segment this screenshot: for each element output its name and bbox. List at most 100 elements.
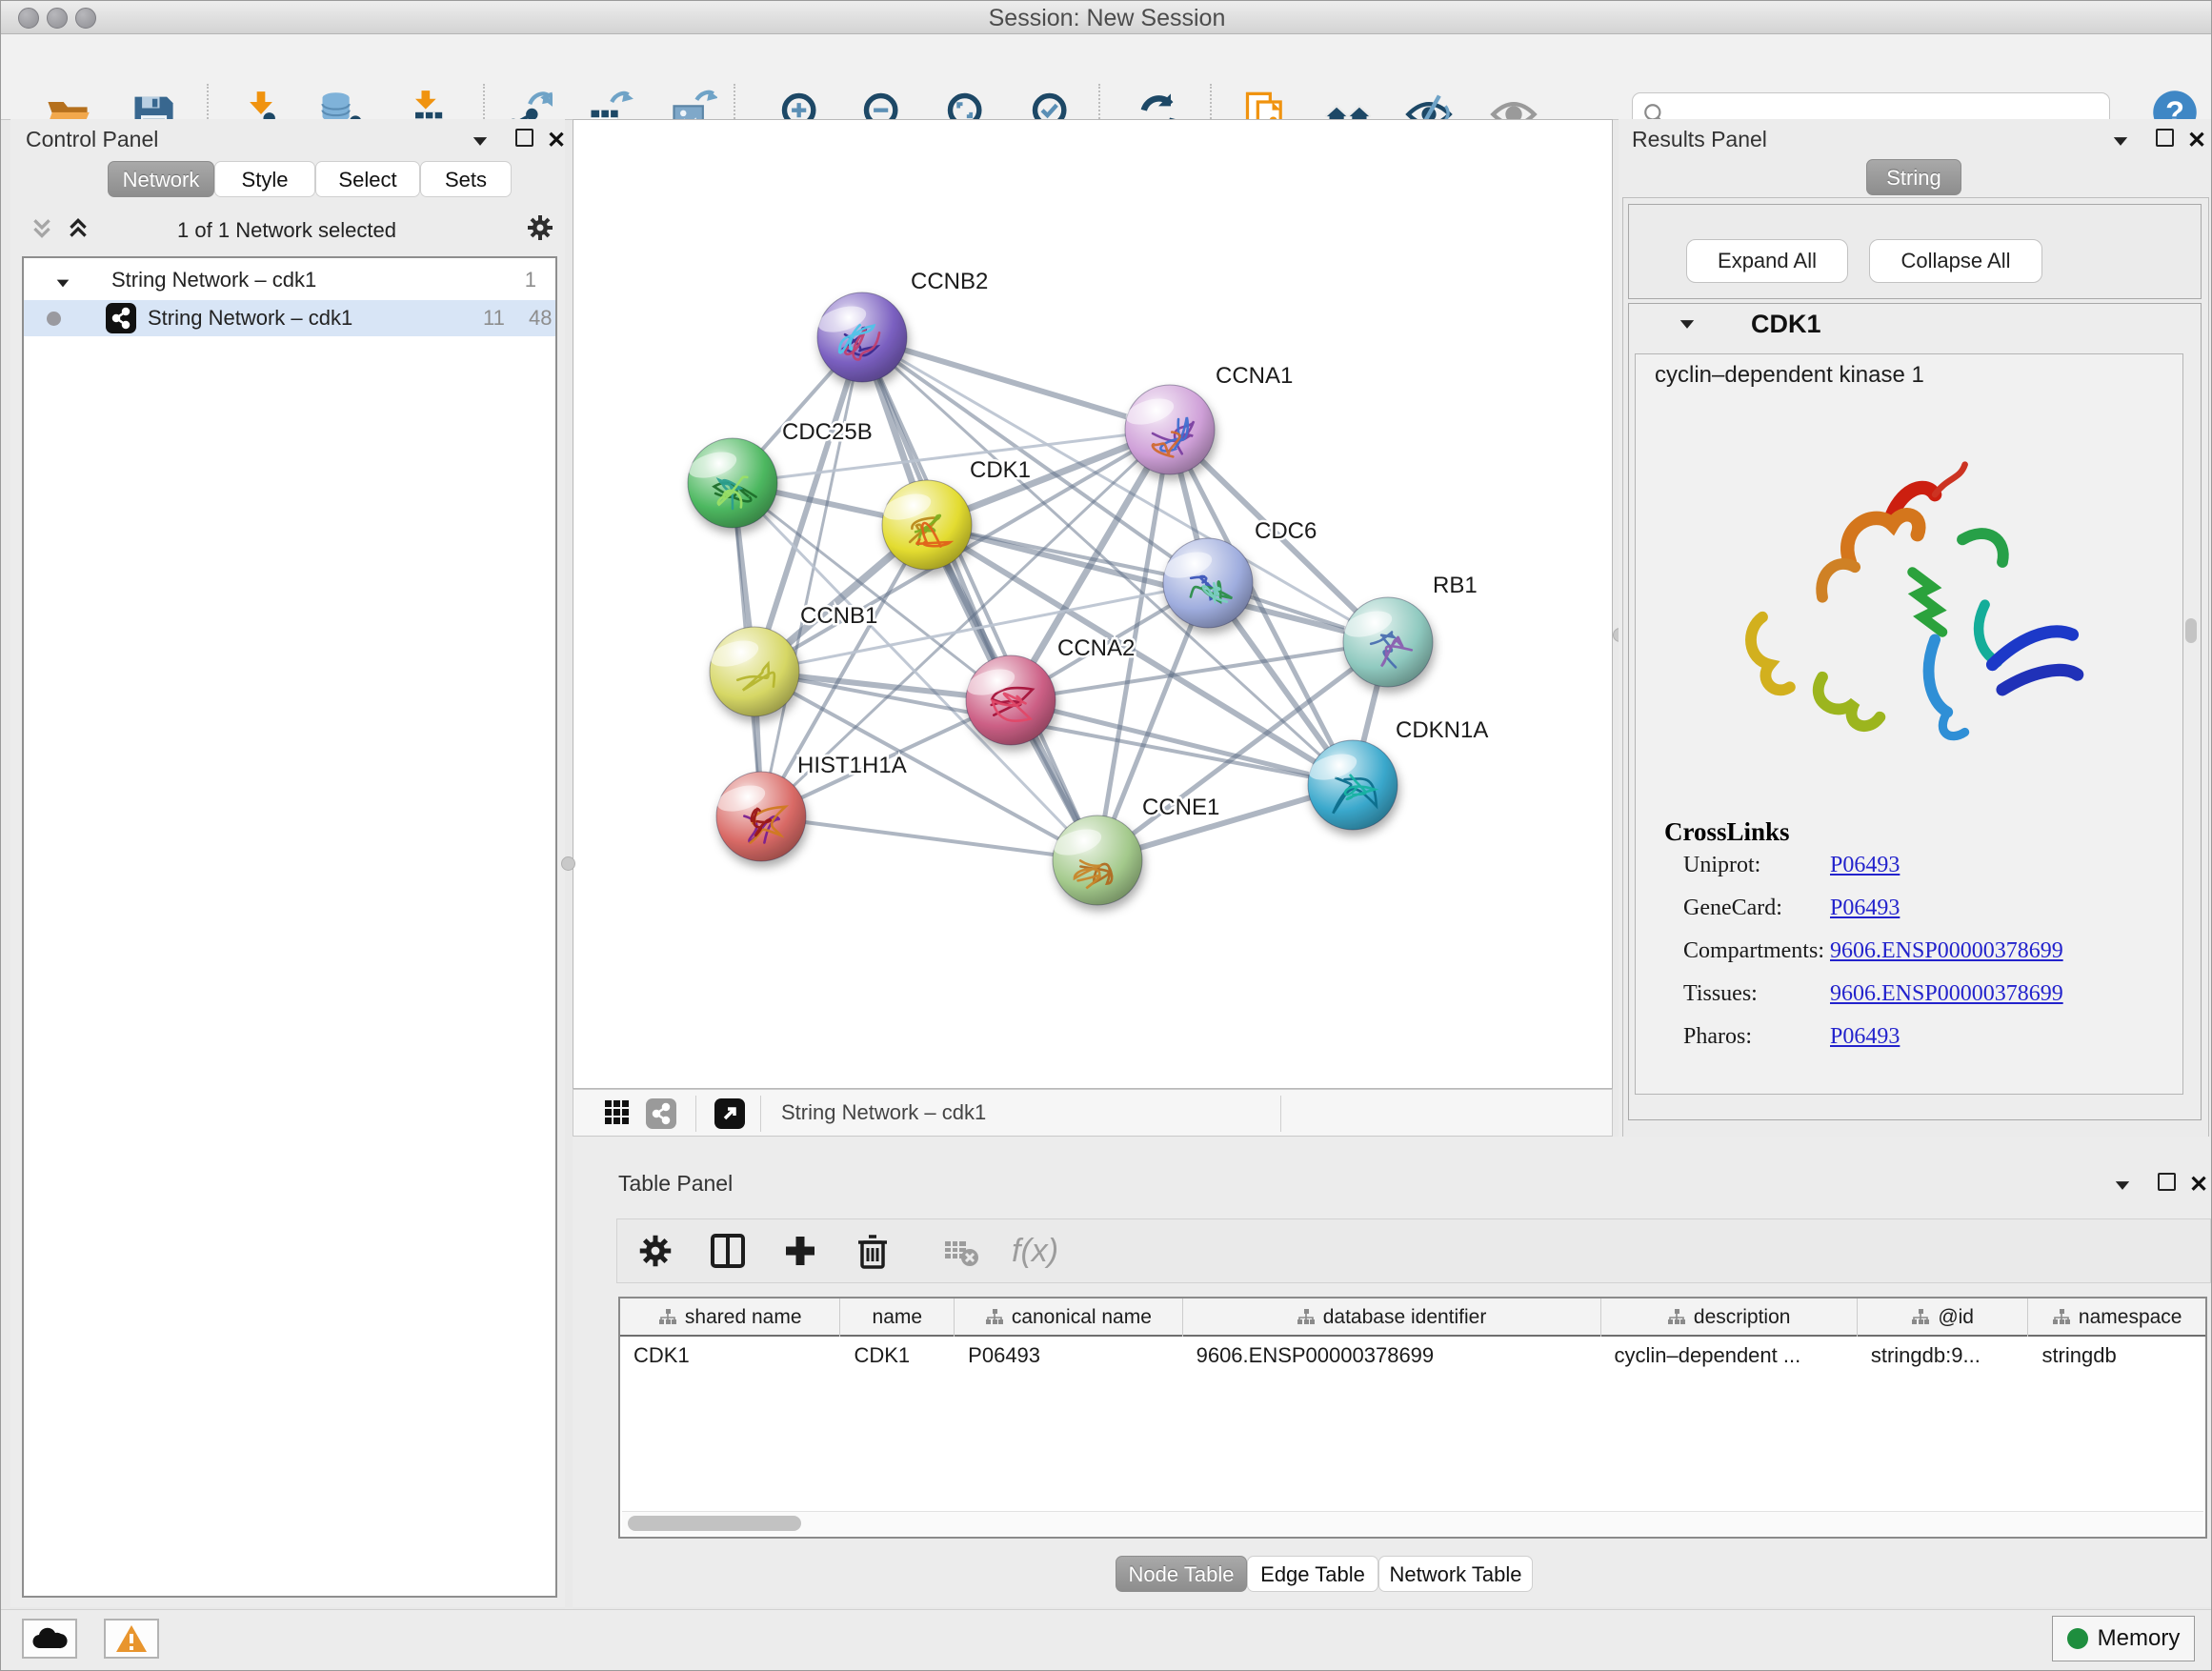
svg-text:RB1: RB1	[1433, 573, 1478, 598]
column-header-database-identifier[interactable]: database identifier	[1183, 1299, 1601, 1337]
network-collection-row[interactable]: String Network – cdk1 1	[24, 264, 555, 300]
memory-label: Memory	[2098, 1625, 2181, 1652]
tree-attribute-icon	[1911, 1308, 1930, 1327]
svg-text:CCNA2: CCNA2	[1057, 635, 1135, 661]
double-chevron-down-icon	[30, 216, 54, 241]
tab-sets[interactable]: Sets	[420, 161, 512, 197]
control-panel-close-button[interactable]: ✕	[542, 127, 571, 155]
node-table: shared name name canonical name database…	[618, 1297, 2207, 1539]
edge-count: 48	[529, 306, 552, 331]
grid-icon	[604, 1099, 631, 1126]
column-header-shared-name[interactable]: shared name	[620, 1299, 840, 1337]
separator	[760, 1096, 761, 1132]
table-horizontal-scrollbar[interactable]	[622, 1511, 2203, 1535]
svg-text:CCNA1: CCNA1	[1216, 363, 1293, 389]
column-header-name[interactable]: name	[840, 1299, 955, 1337]
control-panel: Control Panel ✕ Network Style Select Set…	[10, 119, 565, 1607]
tree-attribute-icon	[1297, 1308, 1316, 1327]
birdseye-grid-button[interactable]	[604, 1098, 633, 1127]
column-header-description[interactable]: description	[1601, 1299, 1858, 1337]
arrow-up-right-icon	[718, 1102, 741, 1125]
tab-node-table[interactable]: Node Table	[1116, 1556, 1247, 1592]
show-columns-button[interactable]	[709, 1229, 753, 1273]
results-panel-close-button[interactable]: ✕	[2182, 127, 2211, 155]
string-network-badge	[106, 303, 136, 333]
cloud-status-button[interactable]	[22, 1619, 77, 1659]
tab-style[interactable]: Style	[214, 161, 315, 197]
protein-node-HIST1H1A: HIST1H1A	[714, 753, 907, 861]
svg-text:CDC25B: CDC25B	[782, 419, 873, 445]
share-icon	[110, 307, 132, 330]
cell-name[interactable]: CDK1	[840, 1337, 955, 1375]
trash-icon	[854, 1232, 892, 1270]
svg-text:HIST1H1A: HIST1H1A	[797, 753, 907, 778]
share-icon	[650, 1102, 673, 1125]
tab-network-table[interactable]: Network Table	[1378, 1556, 1533, 1592]
expand-all-networks-button[interactable]	[66, 214, 98, 243]
table-options-gear-button[interactable]	[636, 1229, 680, 1273]
tab-string[interactable]: String	[1866, 159, 1961, 195]
add-column-button[interactable]	[781, 1229, 825, 1273]
app-window: Session: New Session	[0, 0, 2212, 1671]
table-row[interactable]: CDK1 CDK1 P06493 9606.ENSP00000378699 cy…	[620, 1337, 2205, 1375]
cell-canonical-name[interactable]: P06493	[955, 1337, 1182, 1375]
scrollbar-thumb[interactable]	[628, 1516, 801, 1531]
tree-attribute-icon	[1667, 1308, 1686, 1327]
expand-all-button[interactable]: Expand All	[1686, 239, 1848, 283]
network-view-canvas[interactable]: CCNB2CCNA1CDC25BCDK1CDC6RB1CCNB1CCNA2CDK…	[573, 119, 1613, 1089]
tab-select[interactable]: Select	[315, 161, 420, 197]
table-panel-close-button[interactable]: ✕	[2184, 1171, 2212, 1199]
cell-id[interactable]: stringdb:9...	[1858, 1337, 2029, 1375]
network-status-dot	[47, 312, 61, 326]
delete-column-button[interactable]	[854, 1229, 897, 1273]
results-panel-float-button[interactable]	[2150, 127, 2179, 155]
column-header-id[interactable]: @id	[1858, 1299, 2029, 1337]
crosslink-label: Uniprot:	[1683, 853, 1760, 878]
collapse-all-networks-button[interactable]	[30, 214, 62, 243]
crosslinks-section: CrossLinks Uniprot: P06493 GeneCard: P06…	[1636, 817, 2182, 1067]
node-count: 11	[483, 306, 505, 331]
cell-description[interactable]: cyclin–dependent ...	[1601, 1337, 1858, 1375]
collapse-all-button[interactable]: Collapse All	[1869, 239, 2042, 283]
results-buttons-box: Expand All Collapse All	[1628, 204, 2202, 299]
open-in-new-window-button[interactable]	[714, 1098, 745, 1129]
results-panel-menu-button[interactable]	[2106, 127, 2135, 155]
svg-text:CDC6: CDC6	[1255, 518, 1317, 544]
cell-shared-name[interactable]: CDK1	[620, 1337, 840, 1375]
protein-details: cyclin–dependent kinase 1	[1635, 353, 2183, 1095]
tab-edge-table[interactable]: Edge Table	[1247, 1556, 1378, 1592]
function-builder-button[interactable]: f(x)	[1006, 1229, 1082, 1273]
protein-node-RB1: RB1	[1341, 573, 1478, 687]
table-toolbar: f(x)	[616, 1218, 2211, 1283]
column-header-canonical-name[interactable]: canonical name	[955, 1299, 1182, 1337]
collection-disclosure-triangle[interactable]	[54, 270, 71, 294]
network-options-gear-button[interactable]	[525, 212, 559, 241]
control-panel-float-button[interactable]	[510, 127, 538, 155]
vertical-splitter-handle-left[interactable]	[561, 856, 575, 871]
control-panel-title: Control Panel	[26, 127, 158, 152]
crosslink-label: Tissues:	[1683, 981, 1758, 1007]
protein-disclosure-triangle[interactable]	[1679, 317, 1696, 334]
network-label: String Network – cdk1	[148, 306, 352, 331]
status-bar: Memory	[1, 1609, 2212, 1671]
table-panel-float-button[interactable]	[2152, 1171, 2181, 1199]
results-scrollbar-handle[interactable]	[2185, 618, 2197, 643]
memory-button[interactable]: Memory	[2052, 1616, 2195, 1661]
protein-structure-image	[1702, 402, 2102, 802]
crosslink-link[interactable]: 9606.ENSP00000378699	[1830, 981, 2063, 1007]
cell-database-identifier[interactable]: 9606.ENSP00000378699	[1183, 1337, 1601, 1375]
crosslink-link[interactable]: 9606.ENSP00000378699	[1830, 938, 2063, 964]
control-panel-menu-button[interactable]	[466, 127, 494, 155]
network-view-title: String Network – cdk1	[781, 1100, 986, 1125]
cell-namespace[interactable]: stringdb	[2028, 1337, 2205, 1375]
crosslink-link[interactable]: P06493	[1830, 896, 1900, 921]
table-panel-menu-button[interactable]	[2108, 1171, 2137, 1199]
column-header-namespace[interactable]: namespace	[2028, 1299, 2205, 1337]
crosslink-link[interactable]: P06493	[1830, 1024, 1900, 1050]
tab-network[interactable]: Network	[108, 161, 214, 197]
string-view-badge[interactable]	[646, 1098, 676, 1129]
crosslink-link[interactable]: P06493	[1830, 853, 1900, 878]
warning-status-button[interactable]	[104, 1619, 159, 1659]
network-row-selected[interactable]: String Network – cdk1 11 48	[24, 300, 555, 336]
delete-table-button[interactable]	[941, 1229, 985, 1273]
